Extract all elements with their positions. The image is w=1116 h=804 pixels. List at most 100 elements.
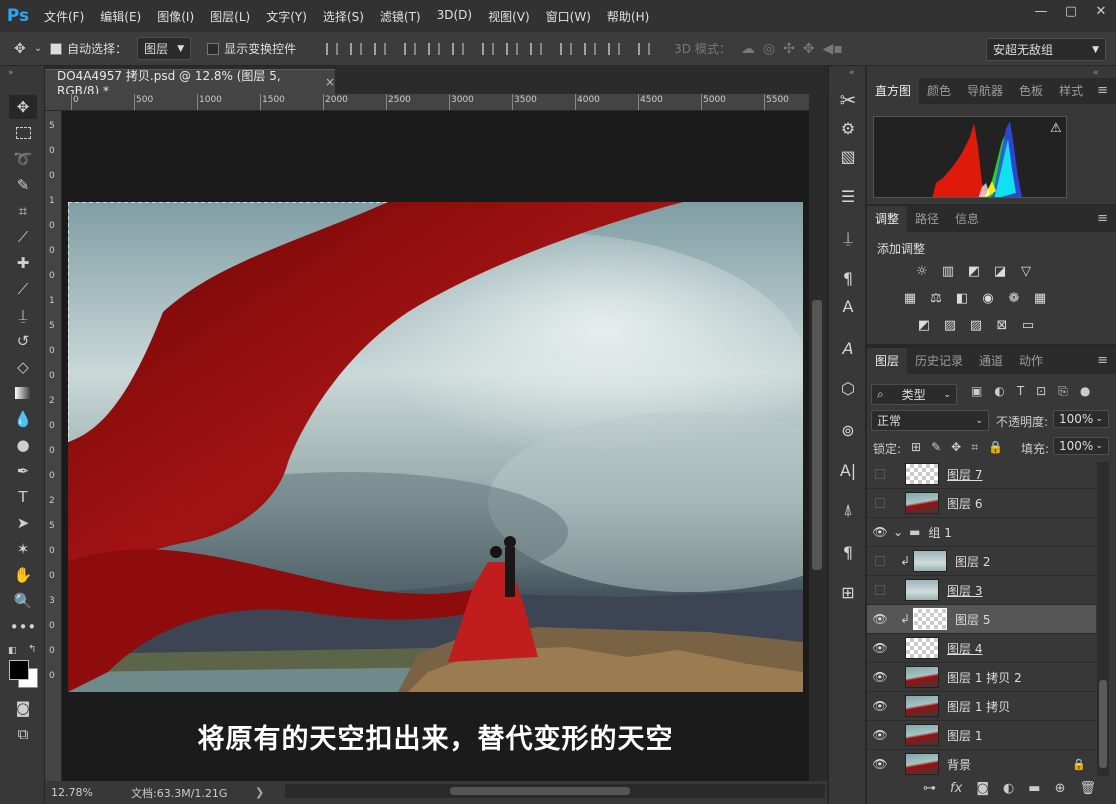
invert-icon[interactable]: ◩ bbox=[913, 314, 935, 336]
visibility-toggle[interactable] bbox=[867, 469, 893, 479]
exposure-icon[interactable]: ◪ bbox=[989, 260, 1011, 282]
adjustments-panel-tab[interactable]: 信息 bbox=[947, 206, 987, 232]
eye-icon[interactable]: 👁 bbox=[867, 525, 893, 539]
tool-actions-icon[interactable]: ⍋ bbox=[835, 498, 861, 522]
brush-tool-icon[interactable]: ⟋ bbox=[9, 277, 37, 301]
layer-row[interactable]: 👁 图层 4 bbox=[867, 634, 1096, 663]
history-brush-tool-icon[interactable]: ↺ bbox=[9, 329, 37, 353]
menu-item[interactable]: 3D(D) bbox=[429, 8, 480, 25]
quick-mask-icon[interactable]: ◙ bbox=[9, 696, 37, 720]
black-white-icon[interactable]: ◧ bbox=[951, 287, 973, 309]
layers-scroll-thumb[interactable] bbox=[1099, 680, 1107, 768]
curves-icon[interactable]: ◩ bbox=[963, 260, 985, 282]
eyedropper-tool-icon[interactable]: ⟋ bbox=[9, 225, 37, 249]
color-balance-icon[interactable]: ⚖ bbox=[925, 287, 947, 309]
shape-tool-icon[interactable]: ✶ bbox=[9, 537, 37, 561]
blend-mode-dropdown[interactable]: 正常 ⌄ bbox=[871, 410, 989, 431]
layer-name[interactable]: 图层 6 bbox=[947, 495, 982, 512]
menu-item[interactable]: 帮助(H) bbox=[599, 8, 657, 25]
creative-cloud-libraries-icon[interactable]: ⊚ bbox=[835, 418, 861, 442]
layer-name[interactable]: 图层 1 bbox=[947, 727, 982, 744]
path-selection-tool-icon[interactable]: ➤ bbox=[9, 511, 37, 535]
layer-name[interactable]: 图层 5 bbox=[955, 611, 990, 628]
histogram-warning-icon[interactable]: ⚠ bbox=[1050, 121, 1062, 136]
smart-object-filter-icon[interactable]: ⎘ bbox=[1058, 384, 1068, 399]
layer-row[interactable]: 👁 图层 1 拷贝 bbox=[867, 692, 1096, 721]
lock-position-icon[interactable]: ✥ bbox=[951, 440, 961, 455]
screen-mode-icon[interactable]: ⧉ bbox=[9, 722, 37, 746]
visibility-toggle[interactable] bbox=[867, 585, 893, 595]
layer-name[interactable]: 组 1 bbox=[928, 524, 951, 541]
character-panel-icon[interactable]: A| bbox=[835, 458, 861, 482]
more-tools-icon[interactable]: ••• bbox=[9, 615, 37, 639]
distribute-vcenter-icon[interactable] bbox=[506, 42, 519, 55]
close-button[interactable]: ✕ bbox=[1086, 0, 1116, 22]
crop-tool-icon[interactable]: ⌗ bbox=[9, 199, 37, 223]
adjustment-filter-icon[interactable]: ◐ bbox=[994, 384, 1004, 399]
chevron-down-icon[interactable]: ⌄ bbox=[893, 525, 903, 539]
maximize-button[interactable]: ▢ bbox=[1056, 0, 1086, 22]
pen-tool-icon[interactable]: ✒ bbox=[9, 459, 37, 483]
clone-stamp-tool-icon[interactable]: ⍊ bbox=[9, 303, 37, 327]
paragraph-panel-icon[interactable]: ¶ bbox=[835, 540, 861, 564]
3d-orbit-icon[interactable]: ☁ bbox=[741, 41, 755, 57]
layer-name[interactable]: 图层 3 bbox=[947, 582, 982, 599]
menu-item[interactable]: 窗口(W) bbox=[538, 8, 599, 25]
foreground-color-swatch[interactable] bbox=[9, 660, 29, 680]
layer-name[interactable]: 图层 1 拷贝 2 bbox=[947, 669, 1022, 686]
histogram-panel-tab[interactable]: 导航器 bbox=[959, 78, 1011, 104]
menu-item[interactable]: 文件(F) bbox=[36, 8, 92, 25]
filter-kind-dropdown[interactable]: ⌕ 类型 ⌄ bbox=[871, 384, 957, 405]
zoom-level[interactable]: 12.78% bbox=[45, 786, 115, 799]
hand-tool-icon[interactable]: ✋ bbox=[9, 563, 37, 587]
lock-image-icon[interactable]: ✎ bbox=[931, 440, 941, 455]
layers-panel-tab[interactable]: 历史记录 bbox=[907, 348, 971, 374]
tool-preset-chevron-icon[interactable]: ⌄ bbox=[34, 43, 42, 54]
workspace-dropdown[interactable]: 安超无敌组 ▼ bbox=[986, 38, 1106, 61]
distribute-top-icon[interactable] bbox=[482, 42, 495, 55]
layer-name[interactable]: 图层 7 bbox=[947, 466, 982, 483]
layer-row[interactable]: 图层 3 bbox=[867, 576, 1096, 605]
adjustments-panel-tab[interactable]: 调整 bbox=[867, 206, 908, 232]
hue-saturation-icon[interactable]: ▦ bbox=[899, 287, 921, 309]
layer-name[interactable]: 图层 4 bbox=[947, 640, 982, 657]
layer-row[interactable]: 👁 ↲ 图层 5 bbox=[867, 605, 1096, 634]
layer-row[interactable]: 👁 图层 1 拷贝 2 bbox=[867, 663, 1096, 692]
layer-name[interactable]: 图层 2 bbox=[955, 553, 990, 570]
align-vcenter-icon[interactable] bbox=[350, 42, 363, 55]
histogram-panel-tab[interactable]: 色板 bbox=[1011, 78, 1051, 104]
vibrance-icon[interactable]: ▽ bbox=[1015, 260, 1037, 282]
quick-selection-tool-icon[interactable]: ✎ bbox=[9, 173, 37, 197]
paragraph-styles-icon[interactable]: ¶ bbox=[835, 266, 861, 290]
type-filter-icon[interactable]: T bbox=[1017, 384, 1024, 399]
gradient-tool-icon[interactable] bbox=[9, 381, 37, 405]
marquee-tool-icon[interactable] bbox=[9, 121, 37, 145]
collapse-dock-icon[interactable]: « bbox=[1093, 68, 1099, 78]
posterize-icon[interactable]: ▨ bbox=[939, 314, 961, 336]
histogram-panel-tab[interactable]: 直方图 bbox=[867, 78, 920, 104]
zoom-tool-icon[interactable]: 🔍 bbox=[9, 589, 37, 613]
auto-align-icon[interactable] bbox=[638, 42, 651, 55]
histogram-panel-tab[interactable]: 颜色 bbox=[919, 78, 959, 104]
distribute-bottom-icon[interactable] bbox=[530, 42, 543, 55]
close-document-icon[interactable]: × bbox=[325, 75, 335, 89]
eye-icon[interactable]: 👁 bbox=[867, 728, 893, 742]
document-image[interactable] bbox=[68, 202, 803, 692]
brush-presets-icon[interactable]: ⍊ bbox=[835, 226, 861, 250]
opacity-field[interactable]: 100% ⌄ bbox=[1053, 410, 1109, 428]
3d-pan-icon[interactable]: ✣ bbox=[783, 41, 795, 57]
timeline-icon[interactable]: ⊞ bbox=[835, 580, 861, 604]
brush-settings-icon[interactable]: ⚙ bbox=[835, 116, 861, 140]
layers-panel-tab[interactable]: 动作 bbox=[1011, 348, 1051, 374]
eye-icon[interactable]: 👁 bbox=[867, 641, 893, 655]
collapse-strip-icon[interactable]: « bbox=[849, 68, 855, 78]
lasso-tool-icon[interactable]: ➰ bbox=[9, 147, 37, 171]
3d-slide-icon[interactable]: ✥ bbox=[803, 41, 815, 57]
new-group-icon[interactable]: ▬ bbox=[1028, 781, 1040, 796]
eye-icon[interactable]: 👁 bbox=[867, 699, 893, 713]
healing-brush-tool-icon[interactable]: ✚ bbox=[9, 251, 37, 275]
layers-panel-tab[interactable]: 通道 bbox=[971, 348, 1011, 374]
filter-toggle-icon[interactable]: ● bbox=[1080, 384, 1090, 399]
layer-row[interactable]: 👁 ⌄ ▬ 组 1 bbox=[867, 518, 1096, 547]
layer-name[interactable]: 图层 1 拷贝 bbox=[947, 698, 1010, 715]
